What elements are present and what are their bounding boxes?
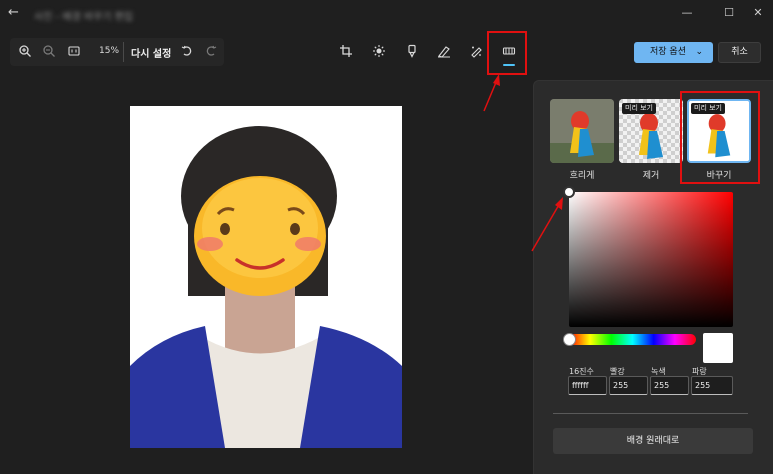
annotation-arrows — [483, 74, 563, 252]
